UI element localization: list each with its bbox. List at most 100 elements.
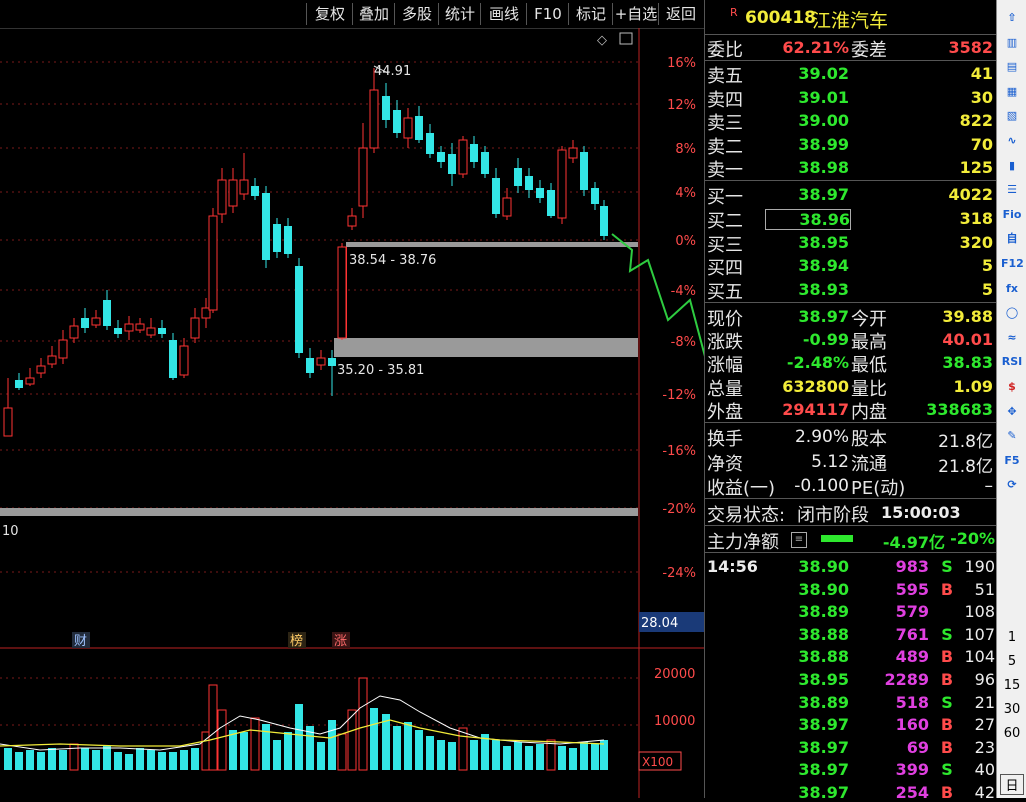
stat-value: 2.90% bbox=[794, 427, 849, 447]
toolbar-add-watchlist-button[interactable]: +自选 bbox=[612, 3, 659, 25]
toolbar-f10-button[interactable]: F10 bbox=[526, 3, 569, 25]
stat-value: 21.8亿 bbox=[938, 432, 993, 452]
candle-body bbox=[358, 147, 368, 207]
f5-icon[interactable]: F5 bbox=[1001, 451, 1023, 471]
window-icon[interactable] bbox=[619, 32, 633, 45]
tick-count: 40 bbox=[974, 760, 995, 780]
tick-price: 38.90 bbox=[798, 579, 849, 599]
buy-level-price[interactable]: 38.95 bbox=[765, 233, 849, 252]
stock-code: 600418 bbox=[745, 8, 816, 28]
tick-count: 190 bbox=[964, 557, 995, 576]
period-30-button[interactable]: 30 bbox=[997, 702, 1026, 717]
tick-price: 38.90 bbox=[798, 557, 849, 576]
period-1-button[interactable]: 1 bbox=[997, 630, 1026, 645]
volume-bar bbox=[169, 752, 177, 770]
kline-chart[interactable]: 16% 12% 8% 4% 0% -4% -8% -12% -16% -20% -24% 44.91… bbox=[0, 28, 704, 798]
bar-icon[interactable]: ▧ bbox=[1001, 106, 1023, 126]
buy-level-price[interactable]: 38.97 bbox=[765, 185, 849, 204]
main-force-bar bbox=[821, 535, 853, 542]
line-icon[interactable]: ∿ bbox=[1001, 131, 1023, 151]
toolbar-draw-button[interactable]: 画线 bbox=[480, 3, 527, 25]
candle-body bbox=[3, 407, 13, 437]
dollar-icon[interactable]: $ bbox=[1001, 377, 1023, 397]
toolbar-mark-button[interactable]: 标记 bbox=[568, 3, 613, 25]
period-60-button[interactable]: 60 bbox=[997, 726, 1026, 741]
o-icon[interactable]: ◯ bbox=[1001, 303, 1023, 323]
list-icon[interactable]: ☰ bbox=[1001, 180, 1023, 200]
tick-count: 108 bbox=[964, 602, 995, 622]
buy-level-price[interactable]: 38.96 bbox=[765, 208, 851, 230]
buy-level-price[interactable]: 38.93 bbox=[765, 280, 849, 299]
zi-icon[interactable]: 自 bbox=[1001, 229, 1023, 249]
tick-side: B bbox=[940, 579, 954, 599]
volume-bar bbox=[217, 709, 227, 771]
stat-value: 38.97 bbox=[798, 307, 849, 326]
marker-cai[interactable]: 财 bbox=[74, 634, 87, 649]
diamond-icon[interactable]: ◇ bbox=[597, 33, 607, 48]
trade-status-label: 交易状态: bbox=[707, 505, 786, 526]
period-5-button[interactable]: 5 bbox=[997, 654, 1026, 669]
refresh-icon[interactable]: ⟳ bbox=[1001, 475, 1023, 495]
sell-level-price[interactable]: 38.99 bbox=[765, 135, 849, 154]
toolbar-back-button[interactable]: 返回 bbox=[658, 3, 703, 25]
tick-volume: 69 bbox=[906, 737, 929, 757]
sell-level-label: 卖一 bbox=[707, 160, 743, 181]
stat-value: -0.100 bbox=[794, 476, 849, 496]
f10-icon[interactable]: ▦ bbox=[1001, 82, 1023, 102]
minute-icon[interactable]: ▤ bbox=[1001, 57, 1023, 77]
candle-body bbox=[591, 188, 599, 204]
toolbar-overlay-button[interactable]: 叠加 bbox=[352, 3, 395, 25]
pen-icon[interactable]: ✎ bbox=[1001, 426, 1023, 446]
tick-side: S bbox=[941, 624, 953, 644]
volume-bar bbox=[580, 742, 588, 770]
kline-icon[interactable]: ▥ bbox=[1001, 33, 1023, 53]
price-grid bbox=[0, 61, 639, 726]
stat-label: 外盘 bbox=[707, 401, 743, 423]
toolbar-stats-button[interactable]: 统计 bbox=[438, 3, 481, 25]
candle-body bbox=[217, 179, 227, 215]
tick-side: S bbox=[941, 557, 953, 576]
volume-bar bbox=[481, 734, 489, 770]
tick-price: 38.97 bbox=[798, 760, 849, 780]
sell-level-price[interactable]: 39.02 bbox=[765, 64, 849, 83]
buy-level-label: 买一 bbox=[707, 187, 743, 208]
candle-icon[interactable]: ▮ bbox=[1001, 156, 1023, 176]
vol-unit: X100 bbox=[642, 755, 673, 769]
rsi-icon[interactable]: RSI bbox=[1001, 352, 1023, 372]
tool-sidebar: ⇧ ▥ ▤ ▦ ▧ ∿ ▮ ☰ Fio 自 F12 fx ◯ ≈ RSI $ ✥ ✎ F5 ⟳ 1 5 15 30 60 日 bbox=[996, 0, 1026, 798]
volume-bar bbox=[59, 750, 67, 770]
sell-level-price[interactable]: 39.00 bbox=[765, 111, 849, 130]
sell-level-price[interactable]: 38.98 bbox=[765, 158, 849, 177]
period-15-button[interactable]: 15 bbox=[997, 678, 1026, 693]
tick-side: B bbox=[940, 670, 954, 689]
candle-body bbox=[369, 89, 379, 149]
candle-body bbox=[580, 152, 588, 190]
candle-body bbox=[146, 327, 156, 336]
f12-icon[interactable]: F12 bbox=[1001, 254, 1024, 274]
fio-icon[interactable]: Fio bbox=[1001, 205, 1023, 225]
marker-bang[interactable]: 榜 bbox=[290, 633, 303, 649]
volume-bar bbox=[147, 750, 155, 770]
sell-level-price[interactable]: 39.01 bbox=[765, 88, 849, 107]
buy-level-price[interactable]: 38.94 bbox=[765, 256, 849, 275]
move-icon[interactable]: ✥ bbox=[1001, 402, 1023, 422]
list-icon[interactable]: ≡ bbox=[791, 532, 807, 548]
candle-body bbox=[47, 355, 57, 365]
stat-value: 294117 bbox=[782, 399, 849, 419]
fx-icon[interactable]: fx bbox=[1001, 279, 1023, 299]
wave-icon[interactable]: ≈ bbox=[1001, 328, 1023, 348]
candle-body bbox=[448, 154, 456, 174]
up-arrow-icon[interactable]: ⇧ bbox=[1001, 8, 1023, 28]
tick-count: 23 bbox=[974, 737, 995, 757]
r-badge: R bbox=[730, 6, 738, 19]
toolbar-fuquan-button[interactable]: 复权 bbox=[306, 3, 353, 25]
volume-bar bbox=[81, 748, 89, 770]
stat-label: 换手 bbox=[707, 429, 743, 450]
volume-bar bbox=[404, 722, 412, 770]
candle-body bbox=[316, 357, 326, 366]
marker-zhang[interactable]: 涨 bbox=[334, 634, 347, 649]
candle-body bbox=[228, 179, 238, 207]
toolbar-multi-stock-button[interactable]: 多股 bbox=[394, 3, 439, 25]
day-period-button[interactable]: 日 bbox=[1000, 774, 1024, 795]
chart-toolbar: 复权 叠加 多股 统计 画线 F10 标记 +自选 返回 bbox=[0, 0, 704, 29]
